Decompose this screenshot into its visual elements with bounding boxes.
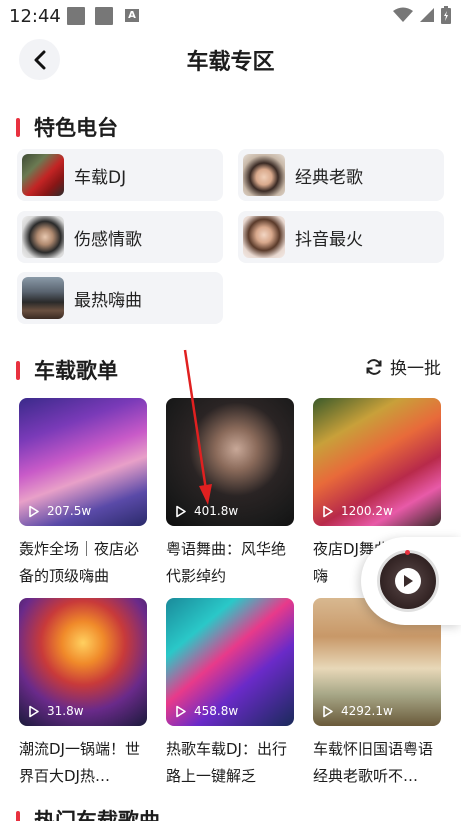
- play-count-value: 4292.1w: [341, 704, 393, 718]
- battery-icon: [441, 6, 451, 24]
- play-count-value: 31.8w: [47, 704, 84, 718]
- section-accent-bar: [16, 117, 20, 137]
- radio-item-label: 车载DJ: [74, 167, 127, 188]
- play-icon: [323, 505, 333, 517]
- play-count: 4292.1w: [321, 704, 393, 718]
- refresh-label: 换一批: [390, 359, 441, 379]
- radio-item-douyin-hot[interactable]: 抖音最火: [238, 211, 444, 263]
- keyboard-icon: A: [125, 9, 139, 22]
- radio-section-header: 特色电台: [16, 112, 118, 142]
- wifi-icon: [393, 7, 413, 22]
- play-count-value: 207.5w: [47, 504, 92, 518]
- radio-thumbnail: [243, 216, 285, 258]
- play-count: 458.8w: [174, 704, 238, 718]
- playlist-cover: 207.5w: [19, 398, 147, 526]
- playlist-cover: 1200.2w: [313, 398, 441, 526]
- radio-item-label: 伤感情歌: [74, 229, 142, 250]
- section-accent-bar: [16, 360, 20, 380]
- status-bar: 12:44 A: [0, 0, 461, 32]
- album-disc: [377, 550, 439, 612]
- radio-thumbnail: [22, 216, 64, 258]
- play-icon: [29, 505, 39, 517]
- play-button[interactable]: [395, 568, 421, 594]
- radio-thumbnail: [22, 277, 64, 319]
- playlist-card[interactable]: 207.5w 轰炸全场｜夜店必备的顶级嗨曲: [19, 398, 147, 590]
- play-count: 1200.2w: [321, 504, 393, 518]
- playlist-cover: 31.8w: [19, 598, 147, 726]
- hot-songs-section-header: 热门车载歌曲: [16, 805, 160, 821]
- play-count: 207.5w: [27, 504, 91, 518]
- radio-item-hottest-party[interactable]: 最热嗨曲: [17, 272, 223, 324]
- signal-icon: [420, 8, 434, 22]
- refresh-button[interactable]: 换一批: [364, 354, 441, 379]
- notification-icon: [67, 7, 85, 25]
- playlist-cover: 401.8w: [166, 398, 294, 526]
- page-title: 车载专区: [186, 50, 275, 75]
- radio-item-car-dj[interactable]: 车载DJ: [17, 149, 223, 201]
- section-title: 热门车载歌曲: [34, 809, 160, 821]
- play-icon: [176, 705, 186, 717]
- section-title: 车载歌单: [34, 359, 118, 383]
- status-time: 12:44: [9, 6, 61, 27]
- radio-thumbnail: [22, 154, 64, 196]
- section-accent-bar: [16, 810, 20, 821]
- playlist-card[interactable]: 458.8w 热歌车载DJ：出行路上一键解乏: [166, 598, 294, 790]
- radio-item-label: 经典老歌: [295, 167, 363, 188]
- play-icon: [323, 705, 333, 717]
- radio-thumbnail: [243, 154, 285, 196]
- radio-item-classic-oldies[interactable]: 经典老歌: [238, 149, 444, 201]
- play-count-value: 1200.2w: [341, 504, 393, 518]
- radio-item-sad-love-songs[interactable]: 伤感情歌: [17, 211, 223, 263]
- notification-icon: [95, 7, 113, 25]
- play-icon: [176, 505, 186, 517]
- section-title: 特色电台: [34, 116, 118, 140]
- playlist-card[interactable]: 401.8w 粤语舞曲：风华绝代影绰约: [166, 398, 294, 590]
- playlist-title: 热歌车载DJ：出行路上一键解乏: [166, 740, 287, 785]
- radio-item-label: 最热嗨曲: [74, 290, 142, 311]
- play-count: 31.8w: [27, 704, 84, 718]
- floating-player[interactable]: [361, 537, 461, 625]
- playlist-cover: 458.8w: [166, 598, 294, 726]
- playlist-title: 车载怀旧国语粤语经典老歌听不…: [313, 740, 434, 785]
- play-count: 401.8w: [174, 504, 238, 518]
- progress-dot: [405, 550, 410, 555]
- playlist-title: 轰炸全场｜夜店必备的顶级嗨曲: [19, 540, 140, 585]
- play-icon: [404, 575, 413, 587]
- radio-item-label: 抖音最火: [295, 229, 363, 250]
- play-count-value: 458.8w: [194, 704, 239, 718]
- playlist-card[interactable]: 31.8w 潮流DJ一锅端！世界百大DJ热…: [19, 598, 147, 790]
- play-icon: [29, 705, 39, 717]
- play-count-value: 401.8w: [194, 504, 239, 518]
- playlist-card[interactable]: 4292.1w 车载怀旧国语粤语经典老歌听不…: [313, 598, 441, 790]
- refresh-icon: [366, 358, 382, 375]
- playlist-section-header: 车载歌单: [16, 355, 118, 385]
- playlist-title: 潮流DJ一锅端！世界百大DJ热…: [19, 740, 140, 785]
- playlist-title: 粤语舞曲：风华绝代影绰约: [166, 540, 287, 585]
